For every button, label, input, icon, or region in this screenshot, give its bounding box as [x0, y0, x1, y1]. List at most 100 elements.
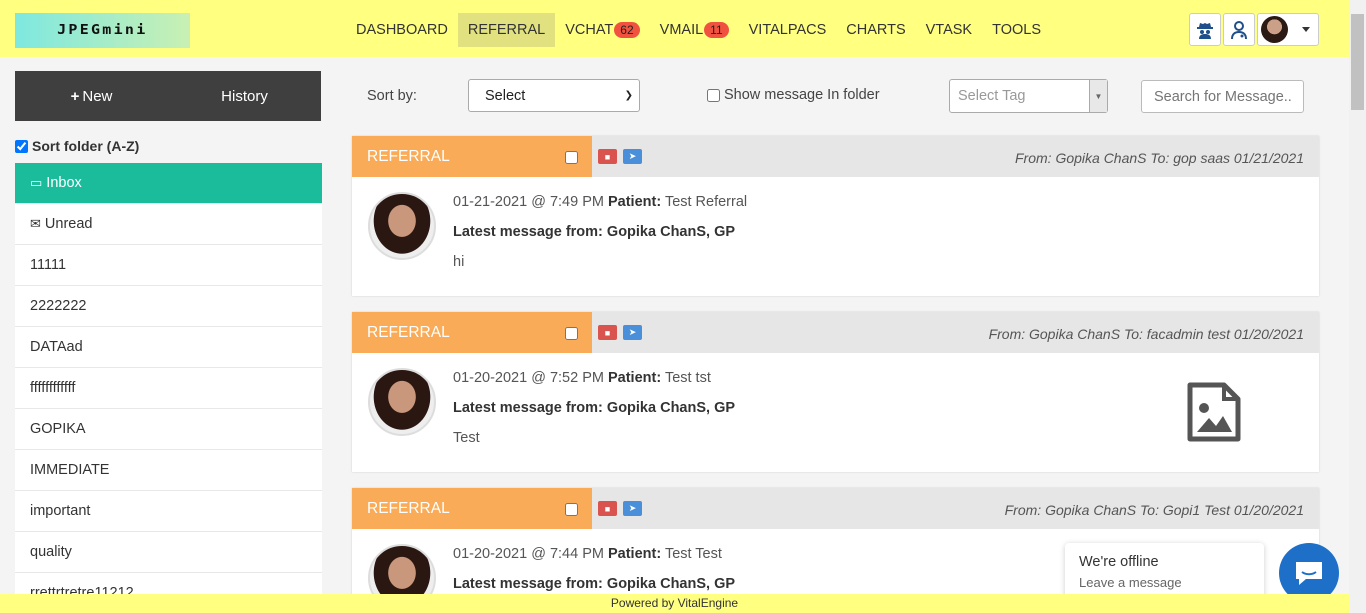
- footer: Powered by VitalEngine: [0, 594, 1349, 613]
- chat-leave-message: Leave a message: [1079, 575, 1182, 590]
- message-datetime: 01-20-2021 @ 7:52 PM: [453, 370, 604, 386]
- folder-unread[interactable]: ✉ Unread: [15, 204, 322, 245]
- trash-icon[interactable]: ■: [598, 325, 617, 340]
- chat-bubble-icon: [1296, 562, 1322, 585]
- pin-icon[interactable]: ➤: [623, 501, 642, 516]
- chevron-down-icon: [1302, 27, 1310, 32]
- dropdown-arrow-icon[interactable]: ▼: [1089, 80, 1107, 112]
- plus-icon: +: [70, 87, 80, 105]
- nav-tools[interactable]: TOOLS: [982, 13, 1051, 47]
- message-from-line: From: Gopika ChanS To: facadmin test 01/…: [988, 326, 1304, 342]
- new-label: New: [82, 87, 113, 105]
- nav-charts-label: CHARTS: [846, 22, 906, 38]
- main-nav: DASHBOARD REFERRAL VCHAT 62 VMAIL 11 VITAL…: [346, 13, 1051, 47]
- nav-charts[interactable]: CHARTS: [836, 13, 915, 47]
- vchat-count-badge: 62: [614, 22, 640, 38]
- folder-item[interactable]: IMMEDIATE: [15, 450, 322, 491]
- latest-message-from: Latest message from: Gopika ChanS, GP: [453, 400, 735, 416]
- sort-folder-toggle[interactable]: Sort folder (A-Z): [15, 138, 139, 154]
- folder-label: ffffffffffff: [30, 380, 76, 396]
- message-select-checkbox[interactable]: [565, 327, 578, 340]
- message-tag: REFERRAL: [352, 488, 592, 529]
- nav-referral[interactable]: REFERRAL: [457, 13, 556, 47]
- spy-mode-button[interactable]: [1189, 13, 1221, 46]
- nav-vchat[interactable]: VCHAT 62: [555, 13, 649, 47]
- nav-dashboard-label: DASHBOARD: [356, 22, 448, 38]
- show-message-in-folder-toggle[interactable]: Show message In folder: [707, 87, 880, 103]
- folder-item[interactable]: important: [15, 491, 322, 532]
- sender-avatar: [368, 192, 436, 260]
- nav-vchat-label: VCHAT: [565, 22, 614, 38]
- user-menu-button[interactable]: [1257, 13, 1319, 46]
- select-tag-placeholder: Select Tag: [958, 88, 1026, 104]
- message-tag: REFERRAL: [352, 136, 592, 177]
- image-attachment-icon[interactable]: [1187, 382, 1241, 442]
- chevron-down-icon: ❯: [624, 90, 633, 101]
- message-select-checkbox[interactable]: [565, 151, 578, 164]
- folder-list: ▭ Inbox ✉ Unread 11111 2222222 DATAad ffff…: [15, 163, 322, 613]
- sender-avatar: [368, 368, 436, 436]
- sort-folder-checkbox[interactable]: [15, 139, 28, 153]
- folder-label: GOPIKA: [30, 421, 86, 437]
- app-logo[interactable]: JPEGmini: [15, 13, 190, 48]
- trash-icon[interactable]: ■: [598, 149, 617, 164]
- patient-name: Test tst: [664, 370, 711, 386]
- folder-item[interactable]: 2222222: [15, 286, 322, 327]
- nav-vmail[interactable]: VMAIL 11: [650, 13, 739, 47]
- show-message-in-folder-label: Show message In folder: [724, 87, 880, 103]
- message-card[interactable]: REFERRAL ■ ➤ From: Gopika ChanS To: gop …: [352, 136, 1319, 296]
- new-button[interactable]: + New: [15, 71, 168, 121]
- sort-folder-label: Sort folder (A-Z): [32, 138, 140, 154]
- folder-label: quality: [30, 544, 72, 560]
- folder-label: 11111: [30, 257, 67, 273]
- inbox-icon: ▭: [30, 175, 43, 190]
- sort-by-select[interactable]: Select ❯: [468, 79, 640, 112]
- message-search-input[interactable]: [1141, 80, 1304, 113]
- doctor-button[interactable]: [1223, 13, 1255, 46]
- latest-message-from: Latest message from: Gopika ChanS, GP: [453, 576, 735, 592]
- show-message-in-folder-checkbox[interactable]: [707, 88, 720, 102]
- message-meta: 01-21-2021 @ 7:49 PM Patient: Test Refer…: [453, 194, 747, 210]
- folder-item[interactable]: ffffffffffff: [15, 368, 322, 409]
- sort-by-value: Select: [485, 87, 526, 104]
- message-meta: 01-20-2021 @ 7:52 PM Patient: Test tst: [453, 370, 711, 386]
- message-datetime: 01-21-2021 @ 7:49 PM: [453, 194, 604, 210]
- message-tag: REFERRAL: [352, 312, 592, 353]
- select-tag-dropdown[interactable]: Select Tag ▼: [949, 79, 1108, 113]
- folder-inbox[interactable]: ▭ Inbox: [15, 163, 322, 204]
- latest-message-label: Latest message from: Gopika ChanS, GP: [453, 400, 736, 416]
- folder-label: IMMEDIATE: [30, 462, 110, 478]
- folder-label: Unread: [44, 216, 93, 232]
- patient-name: Test Test: [664, 546, 722, 562]
- patient-name: Test Referral: [664, 194, 748, 210]
- message-card[interactable]: REFERRAL ■ ➤ From: Gopika ChanS To: faca…: [352, 312, 1319, 472]
- envelope-icon: ✉: [30, 216, 41, 231]
- scrollbar-thumb[interactable]: [1351, 14, 1364, 110]
- message-from-line: From: Gopika ChanS To: gop saas 01/21/20…: [1015, 150, 1304, 166]
- spy-icon: [1197, 22, 1213, 39]
- nav-tools-label: TOOLS: [992, 22, 1041, 38]
- folder-item[interactable]: 11111: [15, 245, 322, 286]
- message-card-header: REFERRAL ■ ➤ From: Gopika ChanS To: Gopi…: [352, 488, 1319, 529]
- nav-vitalpacs[interactable]: VITALPACS: [739, 13, 837, 47]
- doctor-icon: [1231, 20, 1247, 39]
- message-meta: 01-20-2021 @ 7:44 PM Patient: Test Test: [453, 546, 722, 562]
- folder-item[interactable]: quality: [15, 532, 322, 573]
- trash-icon[interactable]: ■: [598, 501, 617, 516]
- sidebar-tabs: + New History: [15, 71, 321, 121]
- pin-icon[interactable]: ➤: [623, 325, 642, 340]
- history-button[interactable]: History: [168, 71, 321, 121]
- top-navbar: JPEGmini DASHBOARD REFERRAL VCHAT 62 VMAI…: [0, 0, 1366, 57]
- patient-label: Patient:: [607, 194, 662, 210]
- folder-item[interactable]: GOPIKA: [15, 409, 322, 450]
- message-select-checkbox[interactable]: [565, 503, 578, 516]
- nav-vtask[interactable]: VTASK: [916, 13, 982, 47]
- pin-icon[interactable]: ➤: [623, 149, 642, 164]
- latest-message-label: Latest message from: Gopika ChanS, GP: [453, 224, 736, 240]
- message-card-header: REFERRAL ■ ➤ From: Gopika ChanS To: gop …: [352, 136, 1319, 177]
- nav-vtask-label: VTASK: [925, 22, 973, 38]
- folder-item[interactable]: DATAad: [15, 327, 322, 368]
- nav-dashboard[interactable]: DASHBOARD: [346, 13, 458, 47]
- folder-label: 2222222: [30, 298, 87, 314]
- folder-label: Inbox: [46, 175, 82, 191]
